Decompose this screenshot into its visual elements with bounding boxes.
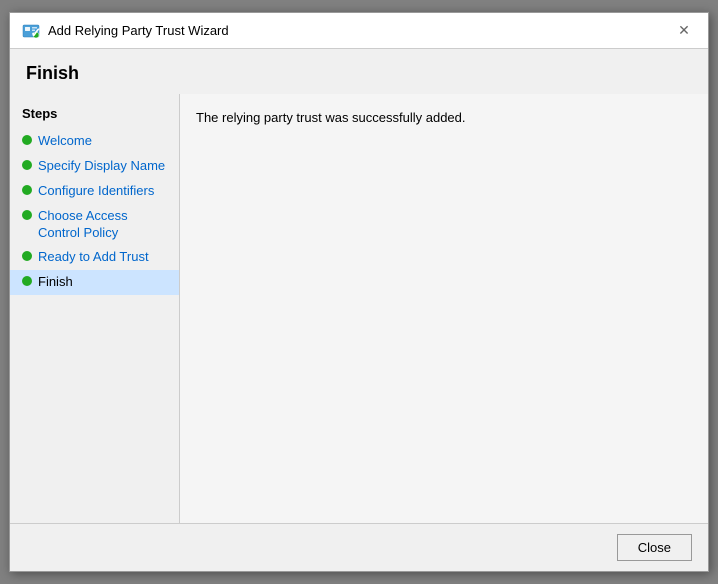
step-label-welcome: Welcome: [38, 133, 92, 150]
title-text: Add Relying Party Trust Wizard: [48, 23, 229, 38]
main-content: The relying party trust was successfully…: [180, 94, 708, 523]
step-label-choose-access-control-policy: Choose Access Control Policy: [38, 208, 167, 242]
step-label-finish: Finish: [38, 274, 73, 291]
step-label-configure-identifiers: Configure Identifiers: [38, 183, 154, 200]
footer: Close: [10, 523, 708, 571]
step-dot-finish: [22, 276, 32, 286]
step-dot-choose-access-control-policy: [22, 210, 32, 220]
step-dot-specify-display-name: [22, 160, 32, 170]
sidebar-item-ready-to-add-trust[interactable]: Ready to Add Trust: [10, 245, 179, 270]
title-bar: ✓ Add Relying Party Trust Wizard ✕: [10, 13, 708, 49]
wizard-icon: ✓: [22, 22, 40, 40]
close-button[interactable]: Close: [617, 534, 692, 561]
step-dot-welcome: [22, 135, 32, 145]
content-area: Steps Welcome Specify Display Name Configu…: [10, 94, 708, 523]
title-bar-left: ✓ Add Relying Party Trust Wizard: [22, 22, 229, 40]
wizard-window: ✓ Add Relying Party Trust Wizard ✕ Finis…: [9, 12, 709, 572]
success-message: The relying party trust was successfully…: [196, 110, 692, 125]
svg-text:✓: ✓: [31, 25, 40, 40]
step-dot-configure-identifiers: [22, 185, 32, 195]
sidebar-item-welcome[interactable]: Welcome: [10, 129, 179, 154]
sidebar-item-finish[interactable]: Finish: [10, 270, 179, 295]
sidebar: Steps Welcome Specify Display Name Configu…: [10, 94, 180, 523]
sidebar-item-configure-identifiers[interactable]: Configure Identifiers: [10, 179, 179, 204]
sidebar-header: Steps: [10, 102, 179, 129]
page-title: Finish: [10, 49, 708, 94]
window-close-button[interactable]: ✕: [672, 19, 696, 43]
step-label-specify-display-name: Specify Display Name: [38, 158, 165, 175]
step-dot-ready-to-add-trust: [22, 251, 32, 261]
step-label-ready-to-add-trust: Ready to Add Trust: [38, 249, 149, 266]
sidebar-item-specify-display-name[interactable]: Specify Display Name: [10, 154, 179, 179]
sidebar-item-choose-access-control-policy[interactable]: Choose Access Control Policy: [10, 204, 179, 246]
